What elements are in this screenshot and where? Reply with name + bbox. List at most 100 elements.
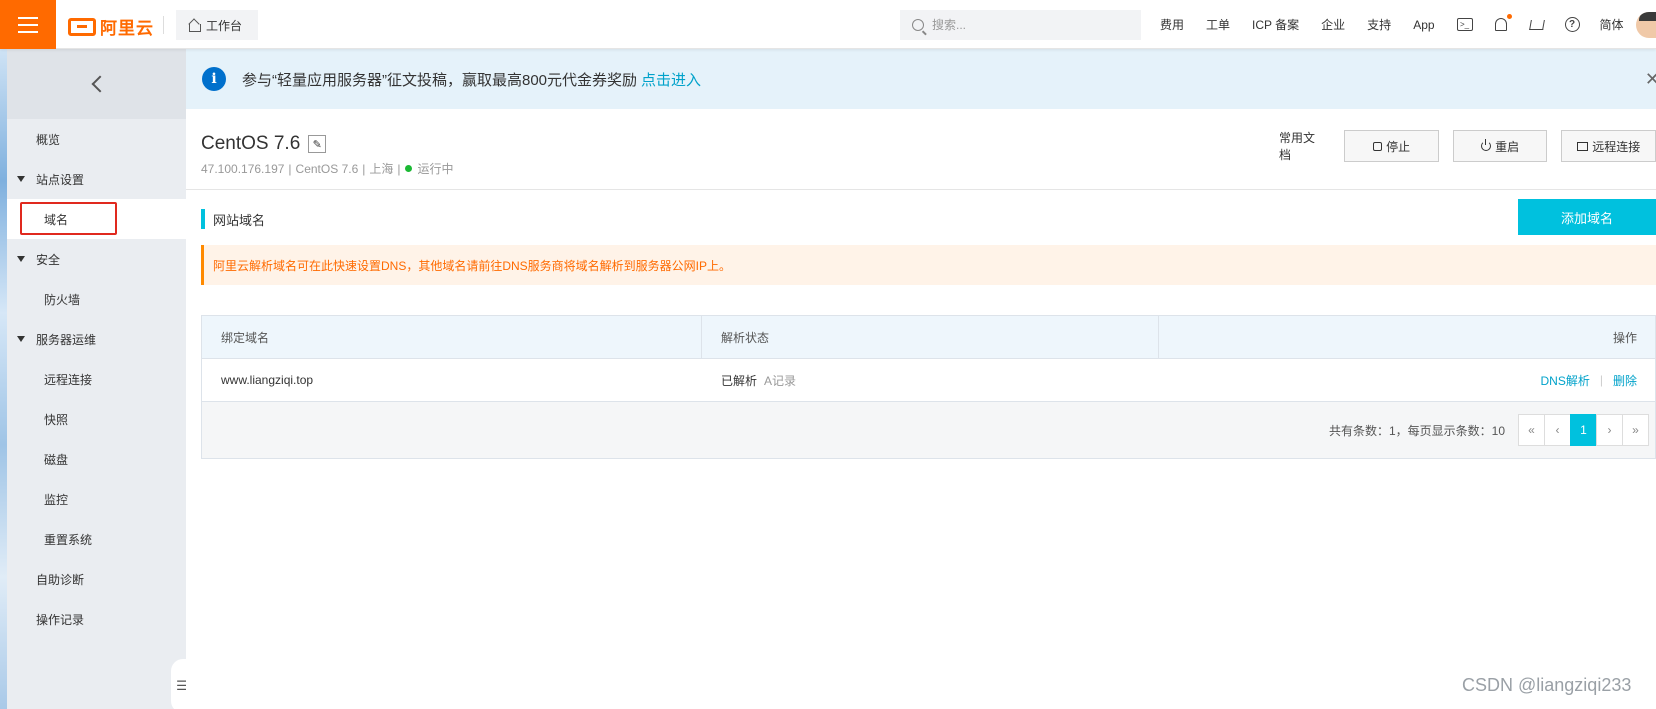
status-dot-icon <box>404 165 412 172</box>
watermark: CSDN @liangziqi233 <box>1462 675 1632 695</box>
top-nav: 费用 工单 ICP 备案 企业 支持 App >_ ? 简体 <box>1160 0 1646 49</box>
sidebar-item-label: 重置系统 <box>44 532 93 547</box>
divider <box>186 189 1656 190</box>
nav-app[interactable]: App <box>1413 18 1434 32</box>
language-switch[interactable]: 简体 <box>1600 16 1624 33</box>
pagination: « ‹ 1 › » <box>1518 414 1649 446</box>
sidebar-item-reset[interactable]: 重置系统 <box>7 519 186 559</box>
pagination-total: 共有条数：1，每页显示条数：10 <box>1328 423 1505 438</box>
nav-icp[interactable]: ICP 备案 <box>1252 16 1299 33</box>
sidebar-item-label: 概览 <box>36 132 61 147</box>
sidebar-item-snapshot[interactable]: 快照 <box>7 399 186 439</box>
header-status: 解析状态 <box>702 316 1159 358</box>
stop-button[interactable]: 停止 <box>1344 130 1439 162</box>
sidebar-item-remote[interactable]: 远程连接 <box>7 359 186 399</box>
meta-separator: | <box>397 161 401 176</box>
table-footer: 共有条数：1，每页显示条数：10 « ‹ 1 › » <box>202 402 1655 458</box>
sidebar-item-disk[interactable]: 磁盘 <box>7 439 186 479</box>
first-page-button[interactable]: « <box>1518 414 1545 446</box>
sidebar-item-firewall[interactable]: 防火墙 <box>7 279 186 319</box>
resolve-status: 已解析 <box>721 373 758 388</box>
nav-support[interactable]: 支持 <box>1367 16 1391 33</box>
home-icon <box>188 20 201 32</box>
sidebar-item-label: 磁盘 <box>44 452 69 467</box>
add-domain-button[interactable]: 添加域名 <box>1518 199 1656 235</box>
aliyun-logo-icon <box>68 17 96 36</box>
remote-label: 远程连接 <box>1592 139 1641 154</box>
page-1-button[interactable]: 1 <box>1570 414 1597 446</box>
terminal-icon[interactable]: >_ <box>1456 18 1473 31</box>
next-page-button[interactable]: › <box>1596 414 1623 446</box>
brand-logo[interactable]: 阿里云 <box>68 14 154 39</box>
main-content: i 参与“轻量应用服务器”征文投稿，赢取最高800元代金券奖励 点击进入 ✕ C… <box>186 49 1656 709</box>
notice-banner: i 参与“轻量应用服务器”征文投稿，赢取最高800元代金券奖励 点击进入 ✕ <box>186 49 1656 109</box>
search-icon <box>912 19 924 31</box>
stop-label: 停止 <box>1386 139 1411 154</box>
sidebar-item-label: 站点设置 <box>36 172 85 187</box>
workbench-label: 工作台 <box>206 18 243 33</box>
header-actions: 操作 <box>1612 330 1637 345</box>
sidebar-item-label: 防火墙 <box>44 292 81 307</box>
sidebar-item-label: 操作记录 <box>36 612 85 627</box>
sidebar-item-label: 服务器运维 <box>36 332 97 347</box>
cell-status: 已解析 A记录 <box>702 359 1159 401</box>
caret-down-icon <box>17 256 25 262</box>
section-title: 网站域名 <box>201 209 265 229</box>
op-separator: | <box>1599 373 1603 387</box>
instance-status: 运行中 <box>417 162 454 176</box>
search-input[interactable] <box>932 18 1132 32</box>
sidebar-item-domain[interactable]: 域名 <box>7 199 186 239</box>
notice-link[interactable]: 点击进入 <box>641 69 701 90</box>
restart-button[interactable]: 重启 <box>1452 130 1548 162</box>
meta-separator: | <box>288 161 292 176</box>
remote-connect-button[interactable]: 远程连接 <box>1561 130 1656 162</box>
record-type: A记录 <box>764 373 797 388</box>
docs-link[interactable]: 常用文档 <box>1279 129 1326 163</box>
menu-icon[interactable] <box>0 0 56 49</box>
prev-page-button[interactable]: ‹ <box>1544 414 1571 446</box>
avatar[interactable] <box>1636 12 1656 38</box>
delete-link[interactable]: 删除 <box>1613 372 1637 389</box>
notification-button[interactable] <box>1493 13 1512 33</box>
cell-actions: DNS解析 | 删除 <box>1159 359 1655 401</box>
sidebar-group-site-settings[interactable]: 站点设置 <box>7 159 186 199</box>
sidebar-item-overview[interactable]: 概览 <box>7 119 186 159</box>
nav-tickets[interactable]: 工单 <box>1206 16 1230 33</box>
table-row: www.liangziqi.top 已解析 A记录 DNS解析 | 删除 <box>202 359 1655 402</box>
caret-down-icon <box>17 336 25 342</box>
caret-down-icon <box>17 176 25 182</box>
stop-icon <box>1373 141 1383 151</box>
instance-meta: 47.100.176.197 | CentOS 7.6 | 上海 | 运行中 <box>201 160 454 177</box>
sidebar-item-diagnosis[interactable]: 自助诊断 <box>7 559 186 599</box>
sidebar-item-label: 自助诊断 <box>36 572 85 587</box>
sidebar-group-server-ops[interactable]: 服务器运维 <box>7 319 186 359</box>
remote-icon <box>1577 141 1589 151</box>
cart-button[interactable] <box>1528 17 1545 33</box>
dns-tip: 阿里云解析域名可在此快速设置DNS，其他域名请前往DNS服务商将域名解析到服务器… <box>201 245 1656 285</box>
dns-resolve-link[interactable]: DNS解析 <box>1541 372 1590 389</box>
last-page-button[interactable]: » <box>1622 414 1649 446</box>
close-icon[interactable]: ✕ <box>1645 69 1656 90</box>
restart-label: 重启 <box>1495 139 1520 154</box>
meta-separator: | <box>362 161 366 176</box>
header-domain: 绑定域名 <box>202 316 702 358</box>
nav-enterprise[interactable]: 企业 <box>1321 16 1345 33</box>
back-chevron-icon[interactable] <box>91 75 108 93</box>
instance-name: CentOS 7.6 <box>201 133 301 154</box>
sidebar-item-monitor[interactable]: 监控 <box>7 479 186 519</box>
sidebar-item-label: 远程连接 <box>44 372 93 387</box>
notification-dot <box>1506 13 1512 19</box>
sidebar-group-security[interactable]: 安全 <box>7 239 186 279</box>
sidebar-item-label: 监控 <box>44 492 69 507</box>
cart-icon <box>1528 19 1545 30</box>
sidebar-item-oplog[interactable]: 操作记录 <box>7 599 186 639</box>
info-icon: i <box>202 67 226 91</box>
help-icon[interactable]: ? <box>1564 17 1580 32</box>
cell-domain: www.liangziqi.top <box>221 373 314 387</box>
nav-billing[interactable]: 费用 <box>1160 16 1184 33</box>
instance-actions: 常用文档 停止 重启 远程连接 <box>1279 129 1656 163</box>
brand-name: 阿里云 <box>100 19 154 38</box>
edit-icon[interactable]: ✎ <box>308 135 327 153</box>
highlight-annotation <box>20 202 117 235</box>
workbench-button[interactable]: 工作台 <box>176 10 258 40</box>
